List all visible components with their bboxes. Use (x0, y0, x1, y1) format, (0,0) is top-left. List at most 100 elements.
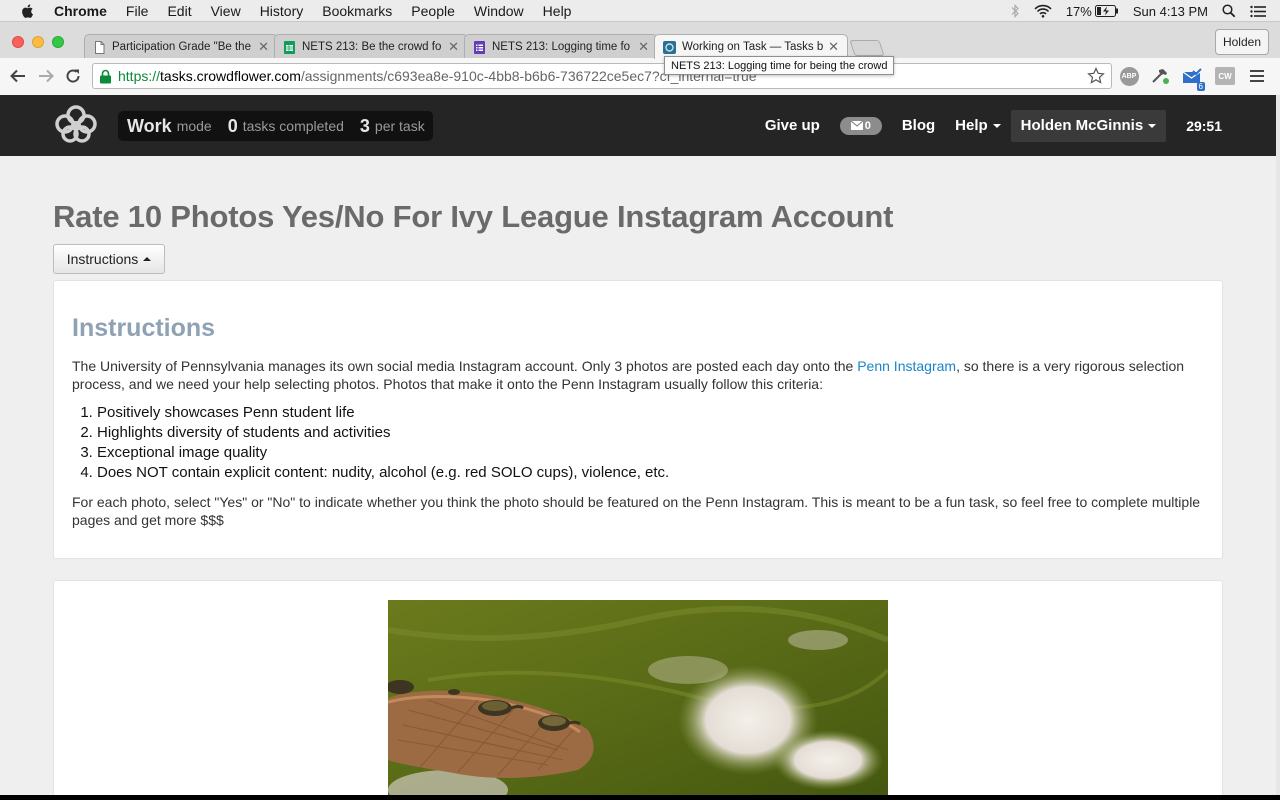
menu-chrome[interactable]: Chrome (54, 3, 107, 19)
spotlight-search-icon[interactable] (1222, 4, 1236, 18)
new-tab-button[interactable] (849, 40, 885, 56)
tab-title: NETS 213: Be the crowd fo (302, 41, 442, 53)
instructions-toggle-button[interactable]: Instructions (53, 244, 165, 274)
give-up-link[interactable]: Give up (765, 117, 820, 134)
minimize-window-button[interactable] (32, 36, 44, 48)
task-photo (388, 600, 888, 795)
hammer-extension-icon (1152, 69, 1169, 84)
criteria-item: Exceptional image quality (97, 443, 1204, 463)
adblock-plus-button[interactable]: ABP (1119, 66, 1139, 86)
apple-icon[interactable] (20, 3, 36, 19)
intro-text: The University of Pennsylvania manages i… (72, 358, 858, 374)
criteria-item: Positively showcases Penn student life (97, 403, 1204, 423)
profile-button[interactable]: Holden (1214, 29, 1269, 55)
hamburger-menu-icon (1250, 70, 1264, 82)
task-timer: 29:51 (1186, 117, 1222, 134)
instructions-button-label: Instructions (66, 251, 139, 267)
work-mode-status: Work mode 0 tasks completed 3 per task (118, 111, 433, 141)
chevron-down-icon (1148, 123, 1157, 128)
tab-title: Participation Grade "Be the (112, 41, 251, 53)
mail-extension-button[interactable]: 6 (1182, 66, 1205, 91)
reload-button[interactable] (63, 66, 83, 86)
chevron-down-icon (992, 124, 1001, 129)
menu-people[interactable]: People (411, 3, 455, 19)
menu-edit[interactable]: Edit (167, 3, 191, 19)
url-host: tasks.crowdflower.com (160, 68, 301, 84)
lock-icon[interactable] (99, 69, 112, 84)
tab-nets-be-the-crowd[interactable]: NETS 213: Be the crowd fo ✕ (274, 34, 468, 59)
maximize-window-button[interactable] (52, 36, 64, 48)
user-name: Holden McGinnis (1020, 117, 1144, 134)
notification-center-icon[interactable] (1250, 5, 1266, 18)
forward-arrow-icon (39, 69, 54, 83)
per-task-label: per task (374, 118, 425, 134)
instructions-intro: The University of Pennsylvania manages i… (72, 357, 1204, 393)
close-window-button[interactable] (12, 36, 24, 48)
menu-window[interactable]: Window (474, 3, 524, 19)
back-arrow-icon (10, 69, 25, 83)
navbar-right: Give up 0 Blog Help Holden McGinnis 29:5… (745, 95, 1222, 156)
tab-participation-grade[interactable]: Participation Grade "Be the ✕ (84, 34, 278, 59)
mode-label: mode (176, 118, 212, 134)
tab-close-icon[interactable]: ✕ (638, 39, 649, 55)
browser-chrome: Participation Grade "Be the ✕ NETS 213: … (0, 22, 1280, 95)
bookmark-star-icon[interactable] (1087, 67, 1105, 85)
bluetooth-icon[interactable] (1010, 4, 1020, 18)
tasks-completed-label: tasks completed (242, 118, 344, 134)
tab-close-icon[interactable]: ✕ (258, 39, 269, 55)
messages-button[interactable]: 0 (839, 116, 882, 135)
chrome-menu-button[interactable] (1247, 66, 1267, 86)
tab-title: Working on Task — Tasks b (682, 41, 824, 53)
menubar-clock[interactable]: Sun 4:13 PM (1133, 4, 1208, 19)
menu-view[interactable]: View (211, 3, 241, 19)
help-label: Help (955, 117, 988, 134)
tab-close-icon[interactable]: ✕ (828, 39, 839, 55)
menu-history[interactable]: History (260, 3, 304, 19)
page-content: Work mode 0 tasks completed 3 per task G… (0, 95, 1276, 795)
macos-menu-bar: Chrome File Edit View History Bookmarks … (0, 0, 1280, 22)
wifi-icon[interactable] (1034, 4, 1052, 18)
envelope-icon (850, 121, 863, 130)
adblock-plus-icon: ABP (1119, 66, 1139, 86)
battery-status[interactable]: 17% (1066, 4, 1119, 19)
user-menu[interactable]: Holden McGinnis (1010, 109, 1167, 142)
menu-bookmarks[interactable]: Bookmarks (322, 3, 392, 19)
instructions-heading: Instructions (72, 314, 216, 342)
menu-file[interactable]: File (126, 3, 149, 19)
battery-charging-icon (1094, 5, 1118, 17)
blog-link[interactable]: Blog (902, 117, 935, 134)
battery-percent: 17% (1065, 3, 1092, 19)
browser-toolbar: https:// tasks.crowdflower.com /assignme… (0, 58, 1280, 95)
document-icon (95, 40, 105, 54)
photo-unit-panel (53, 580, 1223, 795)
address-bar[interactable]: https:// tasks.crowdflower.com /assignme… (92, 63, 1112, 89)
tab-nets-logging-time[interactable]: NETS 213: Logging time fo ✕ (464, 34, 658, 59)
tab-tooltip: NETS 213: Logging time for being the cro… (664, 56, 895, 75)
forms-icon (474, 40, 485, 54)
tab-close-icon[interactable]: ✕ (448, 39, 459, 55)
criteria-item: Does NOT contain explicit content: nudit… (97, 463, 1204, 483)
cw-extension-button[interactable]: CW (1215, 66, 1235, 86)
criteria-list: Positively showcases Penn student life H… (97, 403, 1204, 483)
url-scheme: https:// (118, 68, 161, 84)
page-scrollbar[interactable] (1276, 95, 1280, 795)
reload-icon (66, 69, 80, 83)
tasks-completed-count: 0 (227, 115, 238, 136)
crowdflower-navbar: Work mode 0 tasks completed 3 per task G… (0, 95, 1276, 156)
extension-tool-button[interactable] (1150, 66, 1170, 86)
back-button[interactable] (8, 66, 28, 86)
page-title: Rate 10 Photos Yes/No For Ivy League Ins… (53, 199, 894, 234)
turtles-on-log-image (388, 600, 888, 795)
criteria-item: Highlights diversity of students and act… (97, 423, 1204, 443)
messages-count: 0 (864, 119, 871, 132)
tab-title: NETS 213: Logging time fo (492, 41, 631, 53)
crowdflower-icon (663, 40, 676, 54)
chevron-up-icon (143, 257, 152, 261)
sheets-icon (284, 40, 295, 54)
forward-button[interactable] (36, 66, 56, 86)
help-menu[interactable]: Help (955, 117, 1001, 134)
menu-help[interactable]: Help (543, 3, 572, 19)
penn-instagram-link[interactable]: Penn Instagram (857, 358, 956, 374)
crowdflower-logo-icon[interactable] (52, 103, 100, 143)
work-label: Work (127, 115, 172, 136)
